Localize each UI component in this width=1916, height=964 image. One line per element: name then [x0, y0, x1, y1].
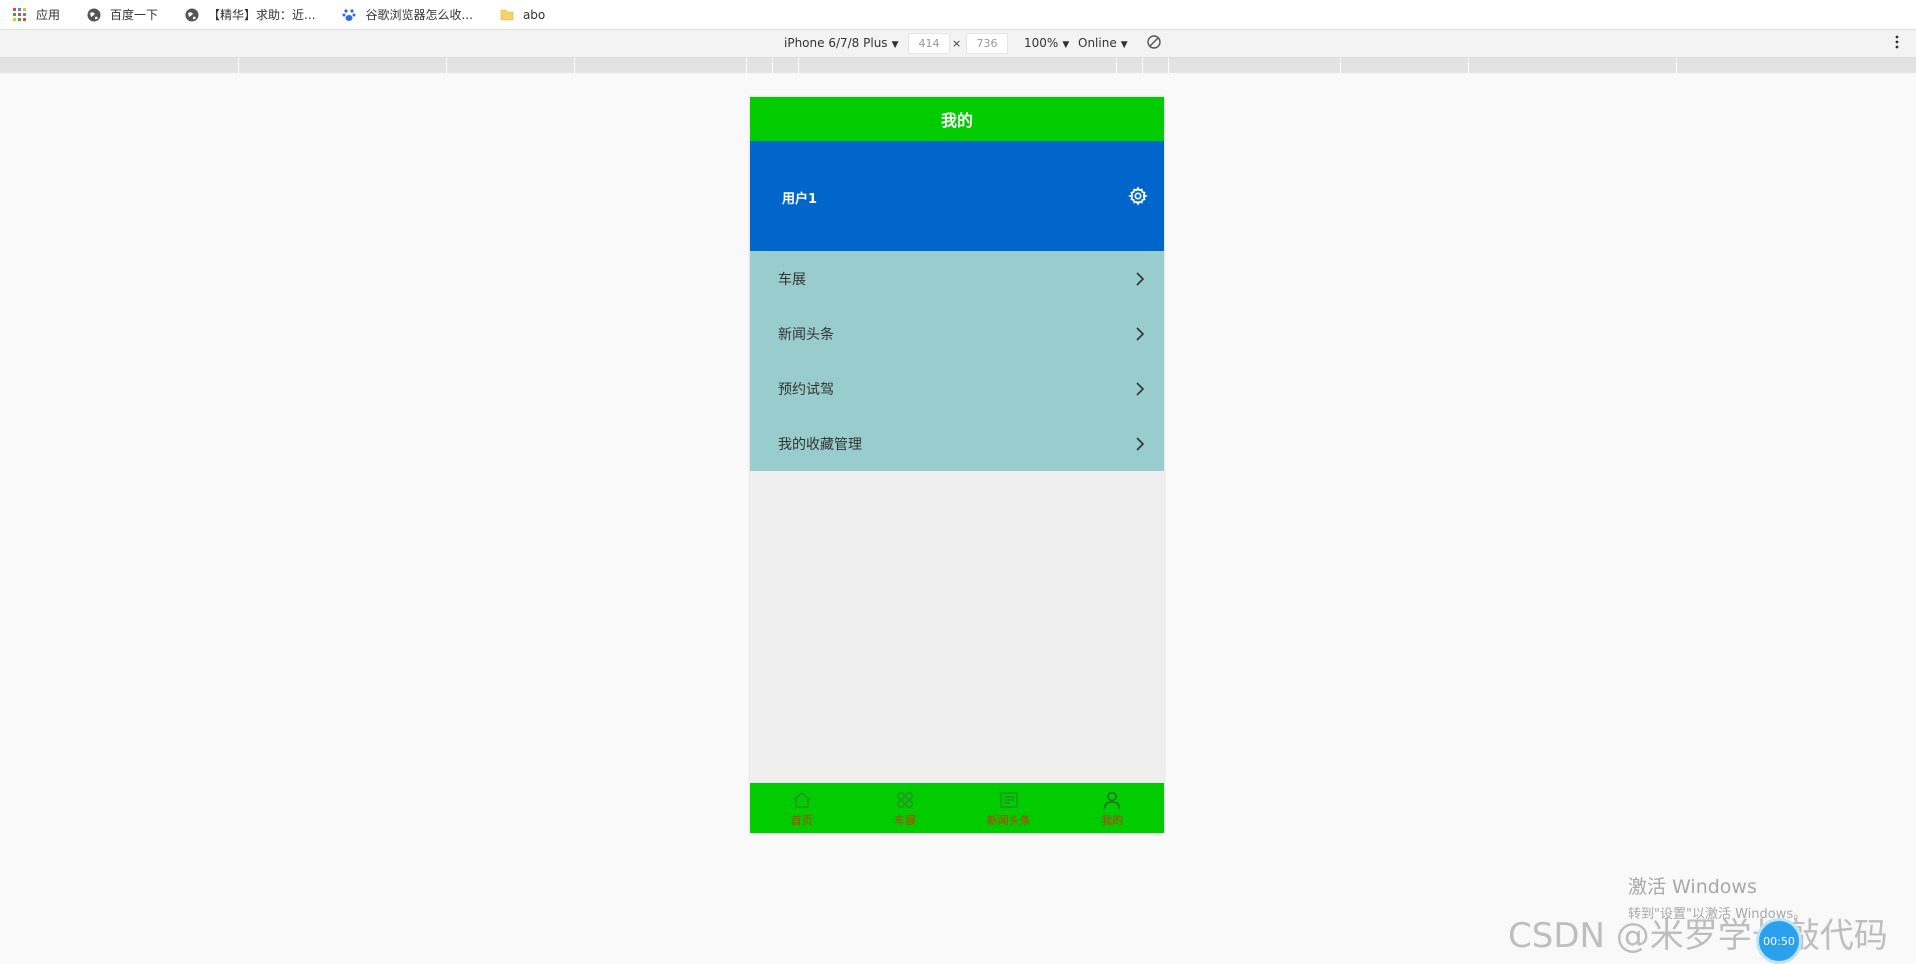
device-select[interactable]: iPhone 6/7/8 Plus ▼	[784, 36, 898, 50]
rotate-button[interactable]	[1146, 34, 1162, 53]
settings-gear-icon[interactable]	[1128, 186, 1148, 206]
bookmark-baidu[interactable]: 百度一下	[86, 6, 158, 23]
menu-item-car-show[interactable]: 车展	[750, 251, 1164, 306]
device-toolbar: iPhone 6/7/8 Plus ▼ 414 × 736 100% ▼ Onlin…	[0, 30, 1916, 58]
news-icon	[1000, 791, 1018, 808]
bottom-tab-bar: 首页 车展 新闻头条 我的	[750, 783, 1164, 833]
bookmarks-bar: 应用 百度一下 【精华】求助：近... 谷歌浏览器怎么收... abo	[0, 0, 1916, 30]
dimension-times-sign: ×	[952, 37, 962, 50]
bookmark-help-post[interactable]: 【精华】求助：近...	[184, 6, 315, 23]
bookmark-label: abo	[522, 7, 546, 22]
grid-clover-icon	[897, 791, 914, 808]
menu-item-favorites[interactable]: 我的收藏管理	[750, 416, 1164, 471]
menu-item-test-drive[interactable]: 预约试驾	[750, 361, 1164, 416]
bookmark-label: 【精华】求助：近...	[208, 8, 316, 22]
menu-item-news[interactable]: 新闻头条	[750, 306, 1164, 361]
menu-item-label: 我的收藏管理	[778, 436, 862, 453]
user-name: 用户1	[782, 192, 818, 207]
height-input[interactable]: 736	[966, 33, 1008, 54]
activation-title: 激活 Windows	[1628, 876, 1757, 898]
folder-icon	[499, 7, 515, 23]
globe-icon	[86, 7, 102, 23]
tab-label: 车展	[894, 813, 917, 827]
user-card: 用户1	[750, 141, 1164, 251]
phone-viewport: 我的 用户1 车展 新闻头条 预约试驾 我的收藏管理 首页 车展 新闻头条 我的	[750, 97, 1164, 833]
zoom-select[interactable]: 100% ▼	[1024, 36, 1069, 50]
dropdown-arrow-icon: ▼	[1062, 40, 1070, 50]
app-header: 我的	[750, 97, 1164, 141]
bookmark-label: 应用	[36, 8, 61, 22]
network-value: Online	[1078, 36, 1117, 50]
chevron-right-icon	[1136, 436, 1145, 451]
chevron-right-icon	[1136, 326, 1145, 341]
bookmark-chrome-question[interactable]: 谷歌浏览器怎么收...	[341, 6, 473, 23]
rotate-icon	[1147, 35, 1161, 49]
tab-label: 首页	[790, 813, 813, 827]
more-options-button[interactable]	[1894, 34, 1900, 53]
device-name: iPhone 6/7/8 Plus	[784, 36, 888, 50]
width-input[interactable]: 414	[908, 33, 950, 54]
csdn-watermark: CSDN @米罗学长敲代码	[1508, 916, 1888, 956]
globe-icon	[184, 7, 200, 23]
network-select[interactable]: Online ▼	[1078, 36, 1128, 50]
bookmark-apps[interactable]: 应用	[12, 6, 60, 23]
menu-item-label: 预约试驾	[778, 381, 834, 398]
tab-label: 我的	[1101, 813, 1124, 827]
dropdown-arrow-icon: ▼	[891, 40, 899, 50]
dropdown-arrow-icon: ▼	[1120, 40, 1128, 50]
tab-home[interactable]: 首页	[750, 783, 854, 833]
tab-news[interactable]: 新闻头条	[957, 783, 1061, 833]
bookmark-folder-abo[interactable]: abo	[499, 7, 545, 23]
timer-bubble[interactable]: 00:50	[1756, 918, 1802, 964]
home-icon	[793, 791, 811, 808]
chevron-right-icon	[1136, 381, 1145, 396]
menu-item-label: 新闻头条	[778, 326, 834, 343]
tab-mine[interactable]: 我的	[1061, 783, 1165, 833]
tab-car-show[interactable]: 车展	[854, 783, 958, 833]
baidu-paw-icon	[341, 7, 357, 23]
zoom-value: 100%	[1024, 36, 1059, 50]
kebab-menu-icon	[1895, 35, 1899, 49]
chevron-right-icon	[1136, 271, 1145, 286]
tab-label: 新闻头条	[986, 813, 1031, 827]
page-title: 我的	[940, 111, 973, 130]
apps-grid-icon	[12, 7, 28, 23]
media-query-ruler[interactable]	[0, 58, 1916, 73]
user-icon	[1104, 791, 1121, 809]
bookmark-label: 谷歌浏览器怎么收...	[365, 8, 473, 22]
bookmark-label: 百度一下	[110, 8, 159, 22]
menu-item-label: 车展	[778, 271, 806, 288]
menu-list: 车展 新闻头条 预约试驾 我的收藏管理	[750, 251, 1164, 471]
